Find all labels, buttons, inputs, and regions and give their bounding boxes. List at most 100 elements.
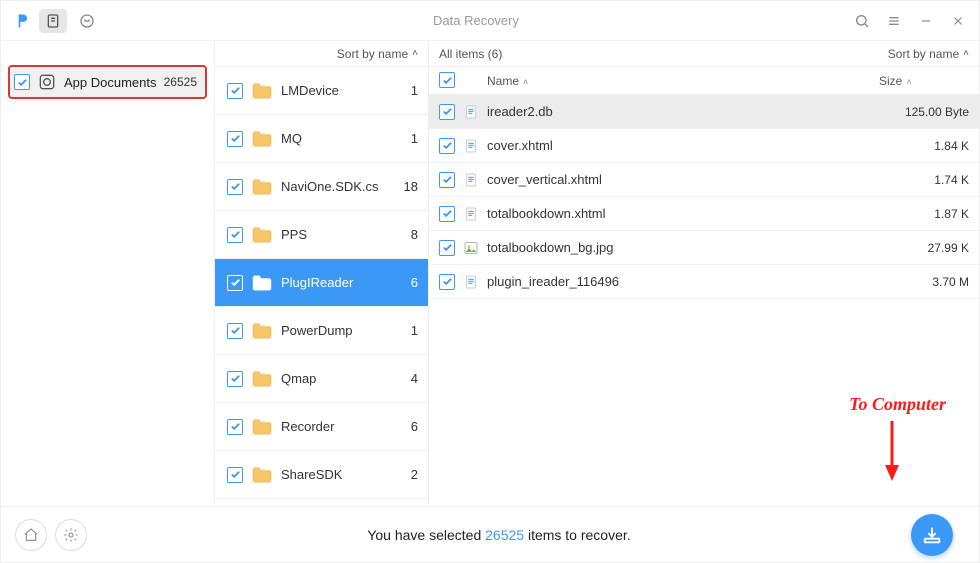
window-title: Data Recovery — [101, 13, 851, 28]
folder-name: PPS — [281, 227, 394, 242]
app-logo-icon — [11, 10, 33, 32]
folder-row[interactable]: Qmap 4 — [215, 355, 428, 403]
file-type-icon — [459, 240, 483, 256]
titlebar-right — [851, 10, 969, 32]
file-name: cover_vertical.xhtml — [483, 172, 879, 187]
checkbox-icon[interactable] — [227, 179, 243, 195]
items-count-label: All items (6) — [439, 47, 888, 61]
checkbox-icon[interactable] — [439, 274, 455, 290]
file-row[interactable]: totalbookdown_bg.jpg 27.99 K — [429, 231, 979, 265]
file-name: plugin_ireader_116496 — [483, 274, 879, 289]
minimize-icon[interactable] — [915, 10, 937, 32]
checkbox-icon[interactable] — [439, 206, 455, 222]
checkbox-icon[interactable] — [14, 74, 30, 90]
folder-count: 18 — [394, 179, 418, 194]
folder-icon — [251, 226, 273, 244]
folder-name: NaviOne.SDK.cs — [281, 179, 394, 194]
file-row[interactable]: totalbookdown.xhtml 1.87 K — [429, 197, 979, 231]
sidebar-item-label: App Documents — [64, 75, 164, 90]
file-list[interactable]: ireader2.db 125.00 Byte cover.xhtml 1.84… — [429, 95, 979, 506]
footer-count: 26525 — [485, 527, 524, 543]
folder-row[interactable]: NaviOne.SDK.cs 18 — [215, 163, 428, 211]
folder-name: LMDevice — [281, 83, 394, 98]
mode-document-icon[interactable] — [39, 9, 67, 33]
file-sort-label[interactable]: Sort by name — [888, 47, 959, 61]
sidebar: App Documents 26525 — [1, 41, 214, 506]
folder-count: 1 — [394, 83, 418, 98]
footer-status: You have selected 26525 items to recover… — [87, 527, 911, 543]
folder-name: PlugIReader — [281, 275, 394, 290]
folder-list[interactable]: LMDevice 1 MQ 1 NaviOne.SDK.cs 18 PPS 8 … — [215, 67, 428, 506]
file-size: 1.84 K — [879, 139, 969, 153]
folder-row[interactable]: PPS 8 — [215, 211, 428, 259]
checkbox-icon[interactable] — [439, 104, 455, 120]
folder-name: Qmap — [281, 371, 394, 386]
folder-icon — [251, 130, 273, 148]
folder-count: 6 — [394, 419, 418, 434]
select-all-checkbox[interactable] — [439, 72, 455, 88]
search-icon[interactable] — [851, 10, 873, 32]
folder-row[interactable]: PowerDump 1 — [215, 307, 428, 355]
folder-row[interactable]: Recorder 6 — [215, 403, 428, 451]
app-window: Data Recovery — [0, 0, 980, 563]
menu-icon[interactable] — [883, 10, 905, 32]
folder-count: 4 — [394, 371, 418, 386]
folder-row[interactable]: MQ 1 — [215, 115, 428, 163]
sidebar-item-app-documents[interactable]: App Documents 26525 — [8, 65, 207, 99]
close-icon[interactable] — [947, 10, 969, 32]
file-row[interactable]: plugin_ireader_116496 3.70 M — [429, 265, 979, 299]
folder-sort-header[interactable]: Sort by name ˄ — [215, 41, 428, 67]
checkbox-icon[interactable] — [227, 419, 243, 435]
checkbox-icon[interactable] — [227, 467, 243, 483]
settings-button[interactable] — [55, 519, 87, 551]
folder-row[interactable]: PlugIReader 6 — [215, 259, 428, 307]
folder-icon — [251, 274, 273, 292]
footer-prefix: You have selected — [367, 527, 485, 543]
app-documents-icon — [36, 71, 58, 93]
file-row[interactable]: ireader2.db 125.00 Byte — [429, 95, 979, 129]
checkbox-icon[interactable] — [227, 227, 243, 243]
file-name: cover.xhtml — [483, 138, 879, 153]
file-name: ireader2.db — [483, 104, 879, 119]
file-pane: All items (6) Sort by name ˄ Name˄ Size˄ — [428, 41, 979, 506]
checkbox-icon[interactable] — [227, 371, 243, 387]
folder-count: 1 — [394, 323, 418, 338]
checkbox-icon[interactable] — [439, 172, 455, 188]
folder-icon — [251, 322, 273, 340]
chevron-up-icon: ˄ — [906, 77, 911, 87]
folder-name: ShareSDK — [281, 467, 394, 482]
file-size: 27.99 K — [879, 241, 969, 255]
checkbox-icon[interactable] — [227, 275, 243, 291]
titlebar: Data Recovery — [1, 1, 979, 41]
column-name-header[interactable]: Name˄ — [483, 74, 879, 88]
checkbox-icon[interactable] — [439, 240, 455, 256]
file-row[interactable]: cover_vertical.xhtml 1.74 K — [429, 163, 979, 197]
checkbox-icon[interactable] — [227, 131, 243, 147]
file-size: 1.74 K — [879, 173, 969, 187]
folder-icon — [251, 418, 273, 436]
column-size-header[interactable]: Size˄ — [879, 74, 969, 88]
folder-row[interactable]: LMDevice 1 — [215, 67, 428, 115]
folder-count: 1 — [394, 131, 418, 146]
chevron-up-icon: ˄ — [412, 48, 418, 59]
checkbox-icon[interactable] — [227, 323, 243, 339]
folder-icon — [251, 466, 273, 484]
folder-count: 2 — [394, 467, 418, 482]
titlebar-left — [11, 9, 101, 33]
folder-name: MQ — [281, 131, 394, 146]
checkbox-icon[interactable] — [439, 138, 455, 154]
folder-name: Recorder — [281, 419, 394, 434]
export-to-computer-button[interactable] — [911, 514, 953, 556]
folder-count: 8 — [394, 227, 418, 242]
checkbox-icon[interactable] — [227, 83, 243, 99]
footer-suffix: items to recover. — [524, 527, 631, 543]
folder-row[interactable]: ShareSDK 2 — [215, 451, 428, 499]
folder-pane: Sort by name ˄ LMDevice 1 MQ 1 NaviOne.S… — [214, 41, 428, 506]
folder-name: PowerDump — [281, 323, 394, 338]
chevron-up-icon: ˄ — [963, 48, 969, 59]
mode-chat-icon[interactable] — [73, 9, 101, 33]
footer-left — [15, 519, 87, 551]
home-button[interactable] — [15, 519, 47, 551]
file-row[interactable]: cover.xhtml 1.84 K — [429, 129, 979, 163]
sort-label: Sort by name — [337, 47, 408, 61]
